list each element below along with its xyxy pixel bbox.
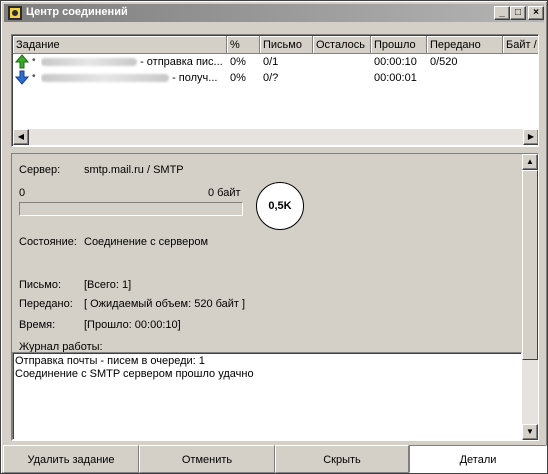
elapsed-cell: 00:00:01 bbox=[374, 72, 417, 84]
column-header-elapsed[interactable]: Прошло bbox=[371, 36, 427, 54]
app-icon bbox=[8, 6, 22, 20]
state-value: Соединение с сервером bbox=[84, 236, 209, 248]
task-name-cell: - получ... bbox=[41, 72, 227, 84]
vertical-scrollbar[interactable]: ▲ ▼ bbox=[522, 154, 538, 440]
scroll-down-button[interactable]: ▼ bbox=[522, 424, 538, 440]
transfer-rate-indicator: 0,5K bbox=[256, 182, 304, 230]
title-bar[interactable]: Центр соединений _ □ × bbox=[4, 4, 544, 22]
task-name-suffix: - получ... bbox=[172, 72, 218, 84]
log-line: Соединение с SMTP сервером прошло удачно bbox=[15, 368, 254, 380]
horizontal-scrollbar[interactable]: ◀ ▶ bbox=[13, 129, 538, 145]
column-header-percent[interactable]: % bbox=[227, 36, 260, 54]
row-bullet: • bbox=[32, 55, 36, 66]
task-row-receive[interactable]: • - получ... 0% 0/? 00:00:01 bbox=[13, 70, 538, 86]
button-bar: Удалить задание Отменить Скрыть Детали bbox=[3, 445, 547, 473]
hide-button[interactable]: Скрыть bbox=[275, 445, 409, 473]
progress-bytes-label: 0 байт bbox=[208, 187, 241, 199]
transferred-label: Передано: bbox=[19, 298, 73, 310]
letter-cell: 0/1 bbox=[263, 56, 279, 68]
scroll-up-button[interactable]: ▲ bbox=[522, 154, 538, 170]
column-header-transferred[interactable]: Передано bbox=[427, 36, 503, 54]
scroll-thumb[interactable] bbox=[522, 170, 538, 360]
server-value: smtp.mail.ru / SMTP bbox=[84, 164, 184, 176]
letter-value: [Всего: 1] bbox=[84, 279, 132, 291]
redacted-address bbox=[41, 74, 169, 83]
green-up-arrow-icon bbox=[15, 54, 29, 69]
connection-center-window: Центр соединений _ □ × Задание % Письмо … bbox=[0, 0, 548, 474]
column-header-letter[interactable]: Письмо bbox=[260, 36, 313, 54]
task-name-suffix: - отправка пис... bbox=[140, 56, 223, 68]
column-header-task[interactable]: Задание bbox=[13, 36, 227, 54]
time-label: Время: bbox=[19, 319, 56, 331]
time-value: [Прошло: 00:00:10] bbox=[84, 319, 181, 331]
blue-down-arrow-icon bbox=[15, 70, 29, 85]
transferred-cell: 0/520 bbox=[430, 56, 458, 68]
letter-cell: 0/? bbox=[263, 72, 279, 84]
task-list-header: Задание % Письмо Осталось Прошло Передан… bbox=[13, 36, 538, 54]
transferred-value: [ Ожидаемый объем: 520 байт ] bbox=[84, 298, 246, 310]
scroll-left-button[interactable]: ◀ bbox=[13, 129, 29, 145]
row-bullet: • bbox=[32, 71, 36, 82]
delete-task-button[interactable]: Удалить задание bbox=[3, 445, 139, 473]
maximize-button[interactable]: □ bbox=[510, 6, 526, 20]
task-row-send[interactable]: • - отправка пис... 0% 0/1 00:00:10 0/52… bbox=[13, 54, 538, 70]
redacted-address bbox=[41, 58, 137, 67]
server-label: Сервер: bbox=[19, 164, 61, 176]
state-label: Состояние: bbox=[19, 236, 77, 248]
transfer-progress-bar bbox=[19, 202, 243, 216]
minimize-button[interactable]: _ bbox=[494, 6, 510, 20]
cancel-button[interactable]: Отменить bbox=[139, 445, 275, 473]
letter-label: Письмо: bbox=[19, 279, 62, 291]
progress-start-label: 0 bbox=[19, 187, 26, 199]
column-header-bytes[interactable]: Байт / bbox=[503, 36, 538, 54]
close-button[interactable]: × bbox=[528, 6, 544, 20]
log-textbox[interactable]: Отправка почты - писем в очереди: 1 Соед… bbox=[12, 352, 522, 440]
percent-cell: 0% bbox=[230, 56, 246, 68]
details-button[interactable]: Детали bbox=[409, 445, 547, 473]
elapsed-cell: 00:00:10 bbox=[374, 56, 417, 68]
log-line: Отправка почты - писем в очереди: 1 bbox=[15, 355, 205, 367]
task-list[interactable]: Задание % Письмо Осталось Прошло Передан… bbox=[11, 34, 539, 147]
percent-cell: 0% bbox=[230, 72, 246, 84]
details-panel: Сервер: smtp.mail.ru / SMTP 0 0 байт 0,5… bbox=[11, 153, 539, 441]
task-name-cell: - отправка пис... bbox=[41, 56, 227, 68]
scroll-right-button[interactable]: ▶ bbox=[523, 129, 538, 145]
window-title: Центр соединений bbox=[26, 6, 128, 18]
column-header-remaining[interactable]: Осталось bbox=[313, 36, 371, 54]
